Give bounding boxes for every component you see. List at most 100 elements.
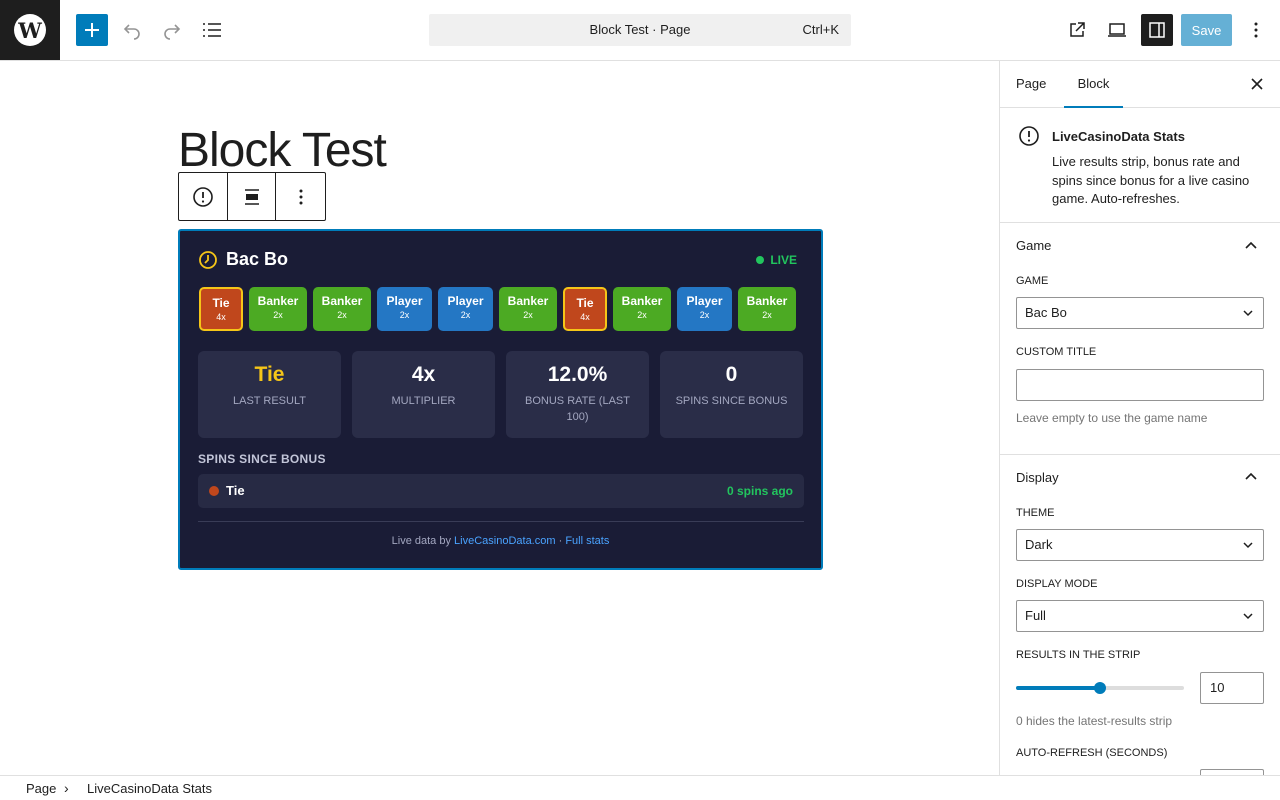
theme-label: THEME bbox=[1016, 507, 1055, 519]
redo-button[interactable] bbox=[156, 14, 188, 46]
block-type-button[interactable] bbox=[179, 173, 228, 220]
stat-value: 4x bbox=[411, 363, 436, 386]
tab-page[interactable]: Page bbox=[1016, 61, 1046, 108]
widget-game-name: Bac Bo bbox=[226, 249, 289, 269]
options-menu-button[interactable] bbox=[1240, 14, 1272, 46]
chevron-up-icon[interactable] bbox=[1243, 238, 1259, 254]
result-chip: Player 2x bbox=[677, 287, 732, 331]
result-chip-multiplier: 2x bbox=[399, 310, 410, 320]
live-dot-icon bbox=[756, 256, 765, 264]
casino-stats-widget[interactable]: Bac Bo LIVE Tie 4x Banker 2x Banker 2x Player 2… bbox=[178, 229, 823, 570]
stat-value: 12.0% bbox=[547, 363, 608, 386]
more-vertical-icon bbox=[299, 189, 303, 204]
display-mode-label: DISPLAY MODE bbox=[1016, 578, 1098, 590]
results-strip-label: RESULTS IN THE STRIP bbox=[1016, 649, 1141, 661]
widget-header: Bac Bo bbox=[198, 249, 288, 270]
slider-thumb[interactable] bbox=[1094, 682, 1106, 694]
results-strip-number-input[interactable]: 10 bbox=[1200, 672, 1264, 704]
display-panel-toggle[interactable]: Display bbox=[1016, 470, 1059, 485]
block-card: LiveCasinoData Stats Live results strip,… bbox=[1000, 108, 1280, 223]
stat-card: 0 SPINS SINCE BONUS bbox=[660, 351, 803, 438]
clock-icon bbox=[199, 250, 217, 269]
undo-button[interactable] bbox=[116, 14, 148, 46]
stat-value: 0 bbox=[725, 363, 738, 386]
command-palette-bar[interactable]: Block Test · Page Ctrl+K bbox=[429, 14, 851, 46]
stat-card: 12.0% BONUS RATE (LAST 100) bbox=[506, 351, 649, 438]
breadcrumb-block: LiveCasinoData Stats bbox=[87, 781, 213, 796]
panel-divider bbox=[1000, 454, 1280, 455]
result-chip-label: Banker bbox=[621, 294, 663, 308]
block-options-button[interactable] bbox=[276, 173, 325, 220]
chevron-up-icon[interactable] bbox=[1243, 469, 1259, 485]
shortcut-hint: Ctrl+K bbox=[802, 22, 839, 37]
post-title[interactable]: Block Test bbox=[178, 123, 387, 178]
more-vertical-icon bbox=[1254, 22, 1258, 38]
close-icon bbox=[1251, 78, 1263, 90]
bonus-name: Tie bbox=[226, 483, 245, 498]
result-chip: Tie 4x bbox=[199, 287, 243, 331]
info-circle-icon bbox=[193, 186, 213, 207]
result-chip: Banker 2x bbox=[313, 287, 371, 331]
bonus-dot-icon bbox=[209, 486, 219, 496]
desktop-preview-icon bbox=[1108, 23, 1126, 37]
breadcrumb-page[interactable]: Page bbox=[26, 776, 56, 800]
stat-label: SPINS SINCE BONUS bbox=[675, 395, 788, 407]
game-panel-toggle[interactable]: Game bbox=[1016, 238, 1051, 253]
result-chip-multiplier: 2x bbox=[337, 310, 347, 320]
game-label: GAME bbox=[1016, 275, 1049, 287]
result-chip-multiplier: 2x bbox=[523, 310, 533, 320]
theme-select[interactable]: Dark bbox=[1016, 529, 1264, 561]
chevron-down-icon bbox=[1243, 310, 1253, 317]
sidebar-toggle-icon bbox=[1149, 22, 1165, 38]
result-chip-multiplier: 2x bbox=[460, 310, 471, 320]
slider-fill bbox=[1016, 686, 1100, 690]
result-chip-multiplier: 2x bbox=[699, 310, 710, 320]
result-chip: Banker 2x bbox=[738, 287, 796, 331]
sidebar-tabs: Page Block bbox=[1000, 61, 1280, 108]
save-button[interactable]: Save bbox=[1181, 14, 1232, 46]
stat-card: Tie LAST RESULT bbox=[198, 351, 341, 438]
info-circle-icon bbox=[1019, 126, 1039, 146]
theme-select-value: Dark bbox=[1025, 537, 1053, 552]
close-sidebar-button[interactable] bbox=[1246, 73, 1268, 95]
auto-refresh-label: AUTO-REFRESH (SECONDS) bbox=[1016, 747, 1168, 759]
full-stats-link[interactable]: Full stats bbox=[565, 535, 609, 547]
external-link-icon bbox=[1070, 22, 1085, 37]
result-chip-label: Player bbox=[447, 294, 484, 308]
result-chip-label: Player bbox=[686, 294, 723, 308]
result-chip-multiplier: 2x bbox=[273, 310, 283, 320]
block-inserter-button[interactable] bbox=[76, 14, 108, 46]
live-indicator: LIVE bbox=[756, 253, 797, 267]
align-button[interactable] bbox=[228, 173, 277, 220]
display-mode-select[interactable]: Full bbox=[1016, 600, 1264, 632]
stat-value: Tie bbox=[254, 363, 285, 386]
result-chip: Banker 2x bbox=[613, 287, 671, 331]
editor-canvas: Block Test Bac Bo LIVE Tie 4x Banker 2x Bank… bbox=[0, 61, 999, 775]
display-mode-value: Full bbox=[1025, 608, 1046, 623]
results-strip-slider[interactable] bbox=[1016, 682, 1184, 694]
redo-icon bbox=[164, 24, 181, 40]
game-select[interactable]: Bac Bo bbox=[1016, 297, 1264, 329]
custom-title-label: CUSTOM TITLE bbox=[1016, 346, 1097, 358]
live-label: LIVE bbox=[770, 253, 797, 267]
bonus-ago: 0 spins ago bbox=[726, 484, 793, 498]
document-overview-button[interactable] bbox=[196, 14, 228, 46]
document-title: Block Test · Page bbox=[589, 22, 691, 37]
custom-title-help: Leave empty to use the game name bbox=[1016, 411, 1208, 425]
result-chip-multiplier: 4x bbox=[216, 312, 226, 322]
block-breadcrumb: Page › LiveCasinoData Stats bbox=[0, 775, 1280, 800]
wordpress-logo[interactable]: W bbox=[0, 0, 60, 60]
result-chip-label: Tie bbox=[212, 296, 230, 310]
result-chip-multiplier: 2x bbox=[637, 310, 647, 320]
custom-title-input[interactable] bbox=[1016, 369, 1264, 401]
chevron-right-icon: › bbox=[64, 780, 69, 796]
livecasinodata-link[interactable]: LiveCasinoData.com bbox=[454, 535, 556, 547]
result-chip: Banker 2x bbox=[249, 287, 307, 331]
block-toolbar bbox=[178, 172, 326, 221]
settings-toggle-button[interactable] bbox=[1141, 14, 1173, 46]
view-page-button[interactable] bbox=[1061, 14, 1093, 46]
device-preview-button[interactable] bbox=[1101, 14, 1133, 46]
tab-block[interactable]: Block bbox=[1064, 61, 1123, 108]
wordpress-icon: W bbox=[14, 14, 46, 46]
widget-divider bbox=[198, 521, 804, 522]
